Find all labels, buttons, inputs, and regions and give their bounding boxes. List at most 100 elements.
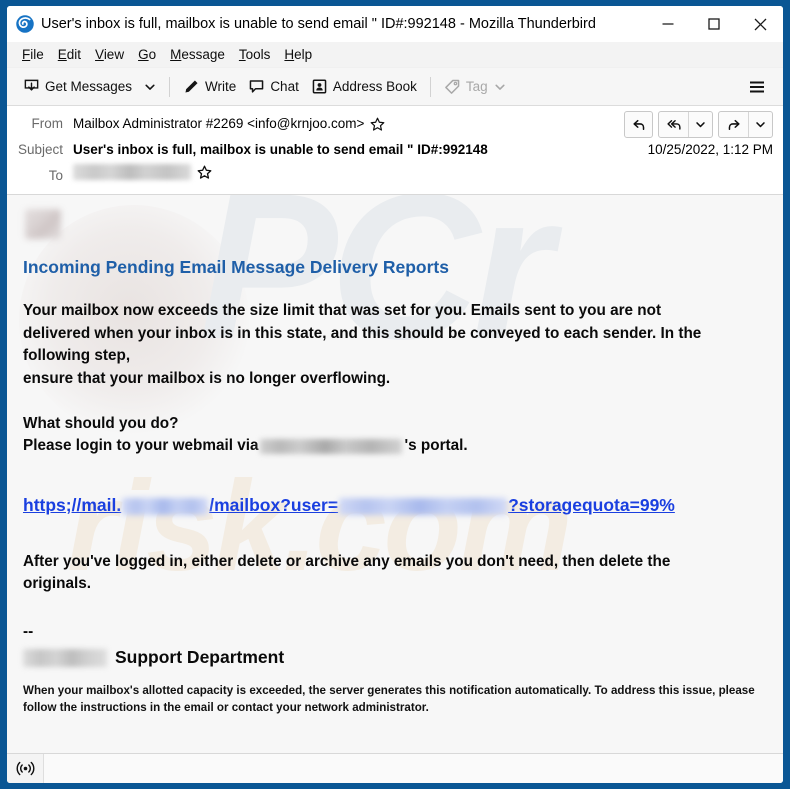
tag-label: Tag [465,79,488,94]
address-book-label: Address Book [332,79,417,94]
chevron-down-icon [756,122,765,128]
paragraph-1-line-4: ensure that your mailbox is no longer ov… [23,369,391,387]
contact-card-icon [312,79,327,94]
sender-logo-redacted [25,209,61,239]
minimize-button[interactable] [645,6,691,42]
link-user-redacted [339,497,508,515]
disclaimer-line-2: the email or contact your network admini… [163,701,429,715]
broadcast-rss-icon [16,761,34,776]
chevron-down-icon [495,84,505,90]
signature-dashes: -- [23,622,34,640]
signature-company-redacted [23,648,107,667]
message-date: 10/25/2022, 1:12 PM [647,142,773,157]
subject-label: Subject [17,142,63,157]
get-messages-dropdown-button[interactable] [138,77,162,97]
signature-name: Support Department [115,647,285,668]
chat-button[interactable]: Chat [242,74,305,99]
speech-bubble-icon [250,80,264,93]
reply-all-button[interactable] [659,112,688,137]
window-title: User's inbox is full, mailbox is unable … [41,16,596,32]
get-messages-label: Get Messages [45,79,133,94]
signature-line: Support Department [23,647,769,668]
to-recipient-redacted [73,164,191,180]
broadcast-status-button[interactable] [7,754,44,783]
paragraph-1-line-3: following step, [23,347,131,365]
message-body: PCr risk.com Incoming Pending Email Mess… [7,195,783,753]
link-part-1: https;//mail. [23,494,122,515]
reply-all-group [658,111,713,138]
thunderbird-window: User's inbox is full, mailbox is unable … [0,0,790,789]
star-outline-icon[interactable] [197,165,212,180]
question-line: What should you do? [23,414,179,432]
reply-all-arrow-icon [666,119,681,130]
phishing-link[interactable]: https;//mail. /mailbox?user= ?storagequota… [23,495,675,515]
link-part-3: ?storagequota=99% [508,494,675,515]
minimize-icon [662,23,674,25]
menu-item-edit[interactable]: Edit [51,45,88,64]
forward-button[interactable] [719,112,748,137]
to-value-wrap [73,164,773,180]
from-value: Mailbox Administrator #2269 <info@krnjoo… [73,116,365,131]
title-bar: User's inbox is full, mailbox is unable … [7,6,783,42]
closing-line-2: originals. [23,575,91,593]
email-paragraph-3: After you've logged in, either delete or… [23,551,769,596]
status-bar [7,753,783,783]
maximize-icon [708,18,720,30]
status-text-field [44,754,783,783]
email-heading: Incoming Pending Email Message Delivery … [23,257,449,277]
forward-arrow-icon [728,119,740,130]
chevron-down-icon [696,122,705,128]
menu-item-help[interactable]: Help [277,45,319,64]
window-controls [645,6,783,42]
thunderbird-logo-icon [16,15,34,33]
hamburger-menu-icon [750,81,764,92]
to-label: To [48,168,63,183]
get-messages-button[interactable]: Get Messages [17,74,138,99]
login-suffix: 's portal. [404,437,468,455]
to-row: To [17,164,773,190]
reply-all-dropdown[interactable] [688,112,712,137]
write-label: Write [205,79,237,94]
closing-line-1: After you've logged in, either delete or… [23,552,671,570]
forward-group [718,111,773,138]
close-icon [754,18,766,30]
chevron-down-icon [145,84,155,90]
menu-item-file[interactable]: File [15,45,51,64]
menu-item-go[interactable]: Go [131,45,163,64]
phishing-link-line: https;//mail. /mailbox?user= ?storagequota… [23,494,769,517]
email-disclaimer: When your mailbox's allotted capacity is… [23,682,769,717]
window-frame: User's inbox is full, mailbox is unable … [5,4,785,785]
message-body-content: Incoming Pending Email Message Delivery … [21,209,769,717]
close-button[interactable] [737,6,783,42]
chat-label: Chat [270,79,299,94]
from-label: From [31,116,64,131]
subject-row: Subject User's inbox is full, mailbox is… [17,138,773,164]
message-header: From Mailbox Administrator #2269 <info@k… [7,106,783,195]
maximize-button[interactable] [691,6,737,42]
main-toolbar: Get Messages Write Chat Address Book Tag [7,68,783,106]
menu-item-message[interactable]: Message [163,45,232,64]
menu-item-tools[interactable]: Tools [232,45,278,64]
reply-arrow-icon [632,119,644,130]
forward-dropdown[interactable] [748,112,772,137]
pencil-icon [185,80,198,93]
link-part-2: /mailbox?user= [209,494,339,515]
paragraph-1-line-1: Your mailbox now exceeds the size limit … [23,302,662,319]
app-menu-button[interactable] [741,74,773,100]
reply-button[interactable] [624,111,653,138]
subject-value: User's inbox is full, mailbox is unable … [73,142,488,157]
login-prefix: Please login to your webmail via [23,437,259,455]
menu-bar: File Edit View Go Message Tools Help [7,42,783,68]
email-paragraph-1: Your mailbox now exceeds the size limit … [23,300,769,391]
link-domain-redacted [122,497,209,515]
email-paragraph-2: What should you do? Please login to your… [23,413,769,458]
inbox-download-icon [24,79,39,91]
star-outline-icon[interactable] [370,117,385,132]
tag-button[interactable]: Tag [438,74,512,99]
write-button[interactable]: Write [177,74,242,99]
organization-name-redacted [260,438,403,454]
toolbar-separator [169,76,171,97]
menu-item-view[interactable]: View [88,45,131,64]
toolbar-separator-2 [429,76,431,97]
address-book-button[interactable]: Address Book [305,74,423,99]
